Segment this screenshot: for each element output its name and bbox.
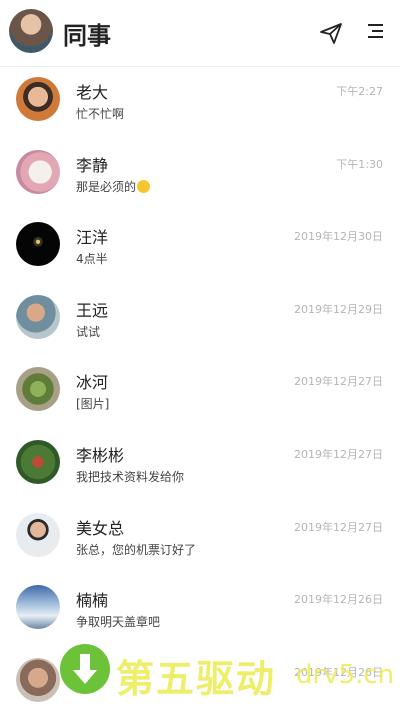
conversation-item[interactable]: 李静 那是必须的 下午1:30 xyxy=(0,139,400,212)
my-avatar[interactable] xyxy=(9,9,53,53)
conversation-item[interactable]: 汪洋 4点半 2019年12月30日 xyxy=(0,211,400,284)
contact-name: 冰河 xyxy=(76,373,109,393)
contact-name: 美女总 xyxy=(76,518,125,538)
avatar xyxy=(16,512,60,557)
contact-name: 老大 xyxy=(76,83,109,102)
message-time: 2019年12月27日 xyxy=(294,520,383,534)
last-message: 忙不忙啊 xyxy=(76,107,125,121)
last-message: 我把技术资料发给你 xyxy=(76,469,185,484)
avatar xyxy=(16,149,60,194)
last-message: [图片] xyxy=(76,397,110,412)
contact-name: 楠楠 xyxy=(76,591,109,611)
message-time: 下午1:30 xyxy=(336,157,383,171)
contact-name: 李静 xyxy=(76,155,109,175)
message-time: 2019年12月26日 xyxy=(294,593,383,607)
page-title: 同事 xyxy=(63,22,111,50)
app-header: 同事 xyxy=(0,0,400,67)
avatar xyxy=(16,585,60,630)
last-message: 争取明天盖章吧 xyxy=(76,615,161,630)
message-time: 2019年12月29日 xyxy=(294,302,383,316)
conversation-item[interactable]: 李彬彬 我把技术资料发给你 2019年12月27日 xyxy=(0,429,400,502)
avatar xyxy=(16,439,60,484)
last-message: 4点半 xyxy=(76,252,108,267)
last-message: 试试 xyxy=(76,324,101,339)
message-time: 2019年12月26日 xyxy=(294,665,383,679)
avatar xyxy=(16,367,60,412)
message-time: 下午2:27 xyxy=(336,85,383,98)
message-time: 2019年12月30日 xyxy=(294,230,383,244)
conversation-item[interactable]: 美女总 张总，您的机票订好了 2019年12月27日 xyxy=(0,502,400,575)
message-time: 2019年12月27日 xyxy=(294,447,383,461)
contact-name: 汪洋 xyxy=(76,228,109,248)
avatar xyxy=(16,657,60,702)
contact-name: 李彬彬 xyxy=(76,445,125,465)
contact-name: 王远 xyxy=(76,300,109,320)
send-icon[interactable] xyxy=(318,20,344,46)
last-message: 张总，您的机票订好了 xyxy=(76,542,197,557)
conversation-list: 老大 忙不忙啊 下午2:27 李静 那是必须的 下午1:30 汪洋 4点半 20… xyxy=(0,66,400,719)
last-message: 那是必须的 xyxy=(76,178,151,195)
conversation-item[interactable]: 王远 试试 2019年12月29日 xyxy=(0,284,400,357)
conversation-item[interactable]: 楠楠 争取明天盖章吧 2019年12月26日 xyxy=(0,574,400,647)
avatar xyxy=(16,222,60,267)
conversation-item[interactable]: 冰河 [图片] 2019年12月27日 xyxy=(0,356,400,429)
smile-emoji-icon xyxy=(137,179,151,193)
avatar xyxy=(16,294,60,339)
avatar xyxy=(16,77,60,121)
message-time: 2019年12月27日 xyxy=(294,375,383,389)
menu-icon[interactable] xyxy=(365,20,387,42)
conversation-item[interactable]: 老大 忙不忙啊 下午2:27 xyxy=(0,66,400,139)
conversation-item[interactable]: 2019年12月26日 xyxy=(0,647,400,719)
